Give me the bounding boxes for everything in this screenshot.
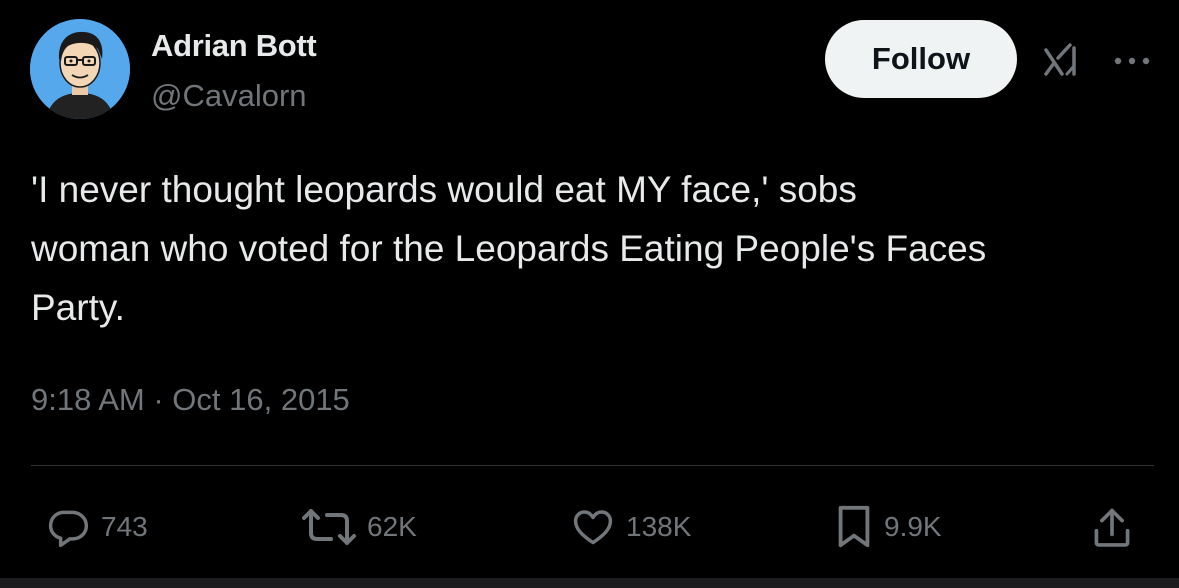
heart-icon xyxy=(570,505,616,549)
bookmark-icon xyxy=(834,504,874,550)
timestamp[interactable]: 9:18 AM · Oct 16, 2015 xyxy=(31,382,350,418)
retweet-icon xyxy=(301,505,357,549)
avatar[interactable] xyxy=(30,19,130,119)
tweet-text-line: 'I never thought leopards would eat MY f… xyxy=(31,169,857,210)
divider xyxy=(31,465,1154,466)
bottom-strip xyxy=(0,578,1179,588)
tweet-text-line: Party. xyxy=(31,287,125,328)
more-icon[interactable] xyxy=(1112,54,1152,66)
cartoon-avatar-icon xyxy=(30,19,130,119)
reply-button[interactable]: 743 xyxy=(45,505,148,549)
tweet-text-line: woman who voted for the Leopards Eating … xyxy=(31,228,987,269)
retweet-count: 62K xyxy=(367,511,417,542)
tweet-text: 'I never thought leopards would eat MY f… xyxy=(31,160,1161,337)
reply-count: 743 xyxy=(101,511,148,542)
follow-button[interactable]: Follow xyxy=(825,20,1017,98)
share-button[interactable] xyxy=(1091,505,1133,549)
retweet-button[interactable]: 62K xyxy=(301,505,417,549)
tweet-card: Adrian Bott @Cavalorn Follow 'I never th… xyxy=(0,0,1179,578)
share-icon xyxy=(1091,505,1133,549)
bookmark-count: 9.9K xyxy=(884,511,942,542)
like-count: 138K xyxy=(626,511,692,542)
reply-icon xyxy=(45,505,91,549)
handle[interactable]: @Cavalorn xyxy=(151,78,307,114)
grok-icon[interactable] xyxy=(1043,42,1085,78)
like-button[interactable]: 138K xyxy=(570,505,691,549)
display-name[interactable]: Adrian Bott xyxy=(151,28,317,64)
bookmark-button[interactable]: 9.9K xyxy=(834,505,942,549)
